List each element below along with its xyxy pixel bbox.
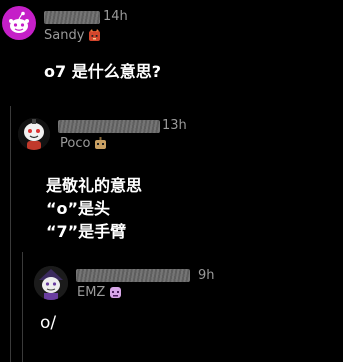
fox-flair-icon <box>89 29 101 41</box>
snoo-character-icon <box>18 118 50 150</box>
username-label: Poco <box>60 136 91 151</box>
comment-body: o7 是什么意思? <box>44 62 161 81</box>
redacted-info <box>58 120 160 133</box>
username[interactable]: Sandy <box>44 28 101 43</box>
thread-line-level-2 <box>22 252 23 362</box>
zombie-flair-icon <box>110 287 122 298</box>
comment-time: 9h <box>198 268 215 283</box>
redacted-info <box>44 11 100 24</box>
sandy-avatar[interactable] <box>2 6 36 40</box>
username[interactable]: EMZ <box>77 285 122 300</box>
comment-time: 14h <box>103 9 128 24</box>
comment-body-line-2: “o”是头 <box>46 199 111 218</box>
comment-body-line-1: 是敬礼的意思 <box>46 176 143 195</box>
username[interactable]: Poco <box>60 136 107 151</box>
comment-time: 13h <box>162 118 187 133</box>
thread-line-level-1 <box>10 106 11 362</box>
emz-avatar[interactable] <box>34 266 68 300</box>
reddit-snoo-icon <box>9 11 29 33</box>
comment-body: o/ <box>40 313 57 333</box>
robot-flair-icon <box>95 137 107 149</box>
poco-avatar[interactable] <box>18 118 50 150</box>
username-label: Sandy <box>44 28 85 43</box>
snoo-character-icon <box>34 266 68 300</box>
username-label: EMZ <box>77 285 106 300</box>
redacted-info <box>76 269 190 282</box>
comment-body-line-3: “7”是手臂 <box>46 222 127 241</box>
